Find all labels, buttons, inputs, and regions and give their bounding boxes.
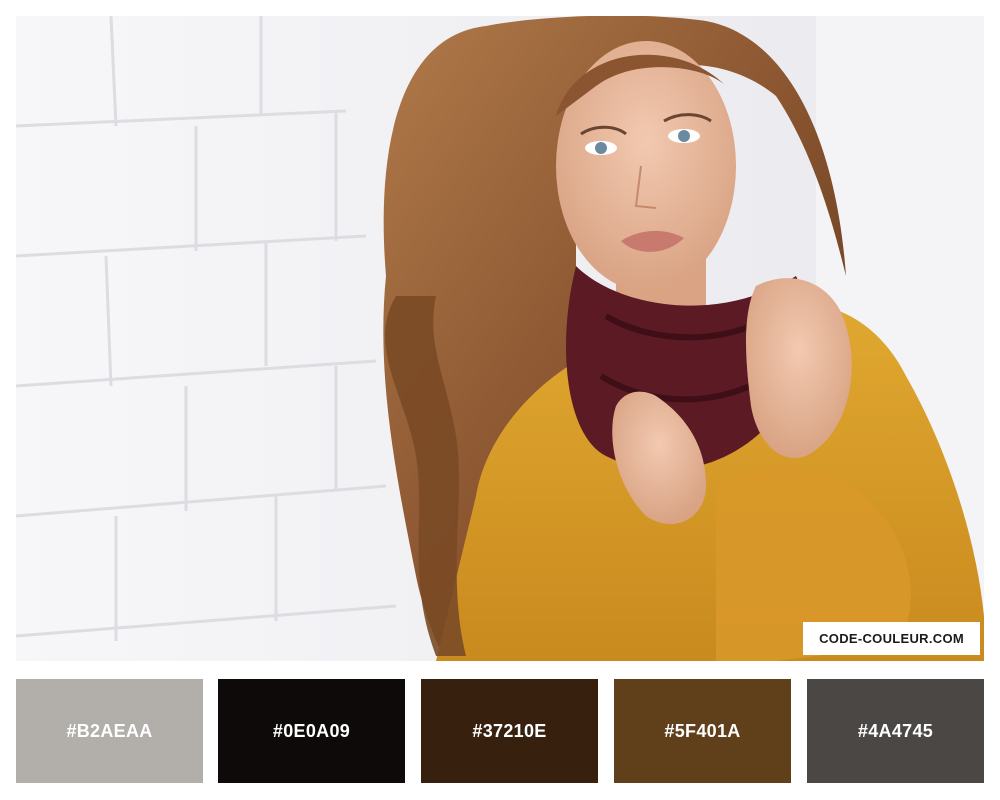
portrait-photo: CODE-COULEUR.COM (16, 16, 984, 661)
swatch-label: #B2AEAA (66, 720, 153, 741)
swatch-label: #0E0A09 (272, 720, 351, 741)
swatch-3: #37210E (421, 679, 598, 783)
swatch-label: #4A4745 (857, 720, 934, 741)
color-palette: #B2AEAA #0E0A09 #37210E #5F401A #4A4745 (16, 679, 984, 783)
swatch-label: #37210E (472, 720, 547, 741)
photo-illustration (16, 16, 984, 661)
swatch-1: #B2AEAA (16, 679, 203, 783)
swatch-5: #4A4745 (807, 679, 984, 783)
watermark: CODE-COULEUR.COM (803, 622, 980, 655)
swatch-2: #0E0A09 (218, 679, 405, 783)
swatch-4: #5F401A (614, 679, 791, 783)
swatch-label: #5F401A (664, 720, 741, 741)
